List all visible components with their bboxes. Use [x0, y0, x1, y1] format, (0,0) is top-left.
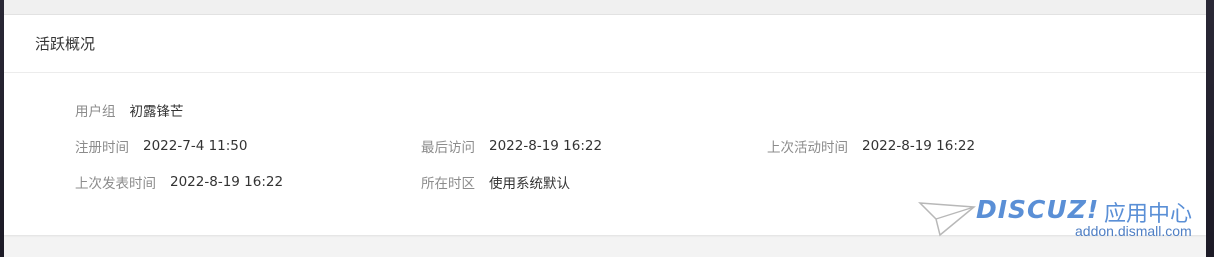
timezone-value: 使用系统默认 [489, 176, 570, 192]
info-row-times: 注册时间 2022-7-4 11:50 最后访问 2022-8-19 16:22… [75, 136, 1075, 156]
paper-plane-icon [918, 202, 976, 237]
register-time-label: 注册时间 [75, 140, 129, 156]
last-activity-value: 2022-8-19 16:22 [862, 138, 976, 154]
info-row-post-timezone: 上次发表时间 2022-8-19 16:22 所在时区 使用系统默认 [75, 172, 775, 192]
previous-card-bottom [4, 0, 1206, 15]
last-post-label: 上次发表时间 [75, 176, 156, 192]
watermark-brand: DISCUZ! [976, 195, 1100, 224]
card-header: 活跃概况 [4, 15, 1206, 73]
last-activity-label: 上次活动时间 [767, 140, 848, 156]
last-visit-label: 最后访问 [421, 140, 475, 156]
watermark-url: addon.dismall.com [1075, 223, 1192, 239]
discuz-watermark: DISCUZ! 应用中心 addon.dismall.com [918, 193, 1208, 241]
usergroup-label: 用户组 [75, 104, 116, 120]
section-title: 活跃概况 [35, 35, 96, 53]
last-post-value: 2022-8-19 16:22 [170, 174, 284, 190]
timezone-label: 所在时区 [421, 176, 475, 192]
register-time-value: 2022-7-4 11:50 [143, 138, 248, 154]
usergroup-value: 初露锋芒 [129, 104, 184, 120]
last-visit-value: 2022-8-19 16:22 [489, 138, 603, 154]
